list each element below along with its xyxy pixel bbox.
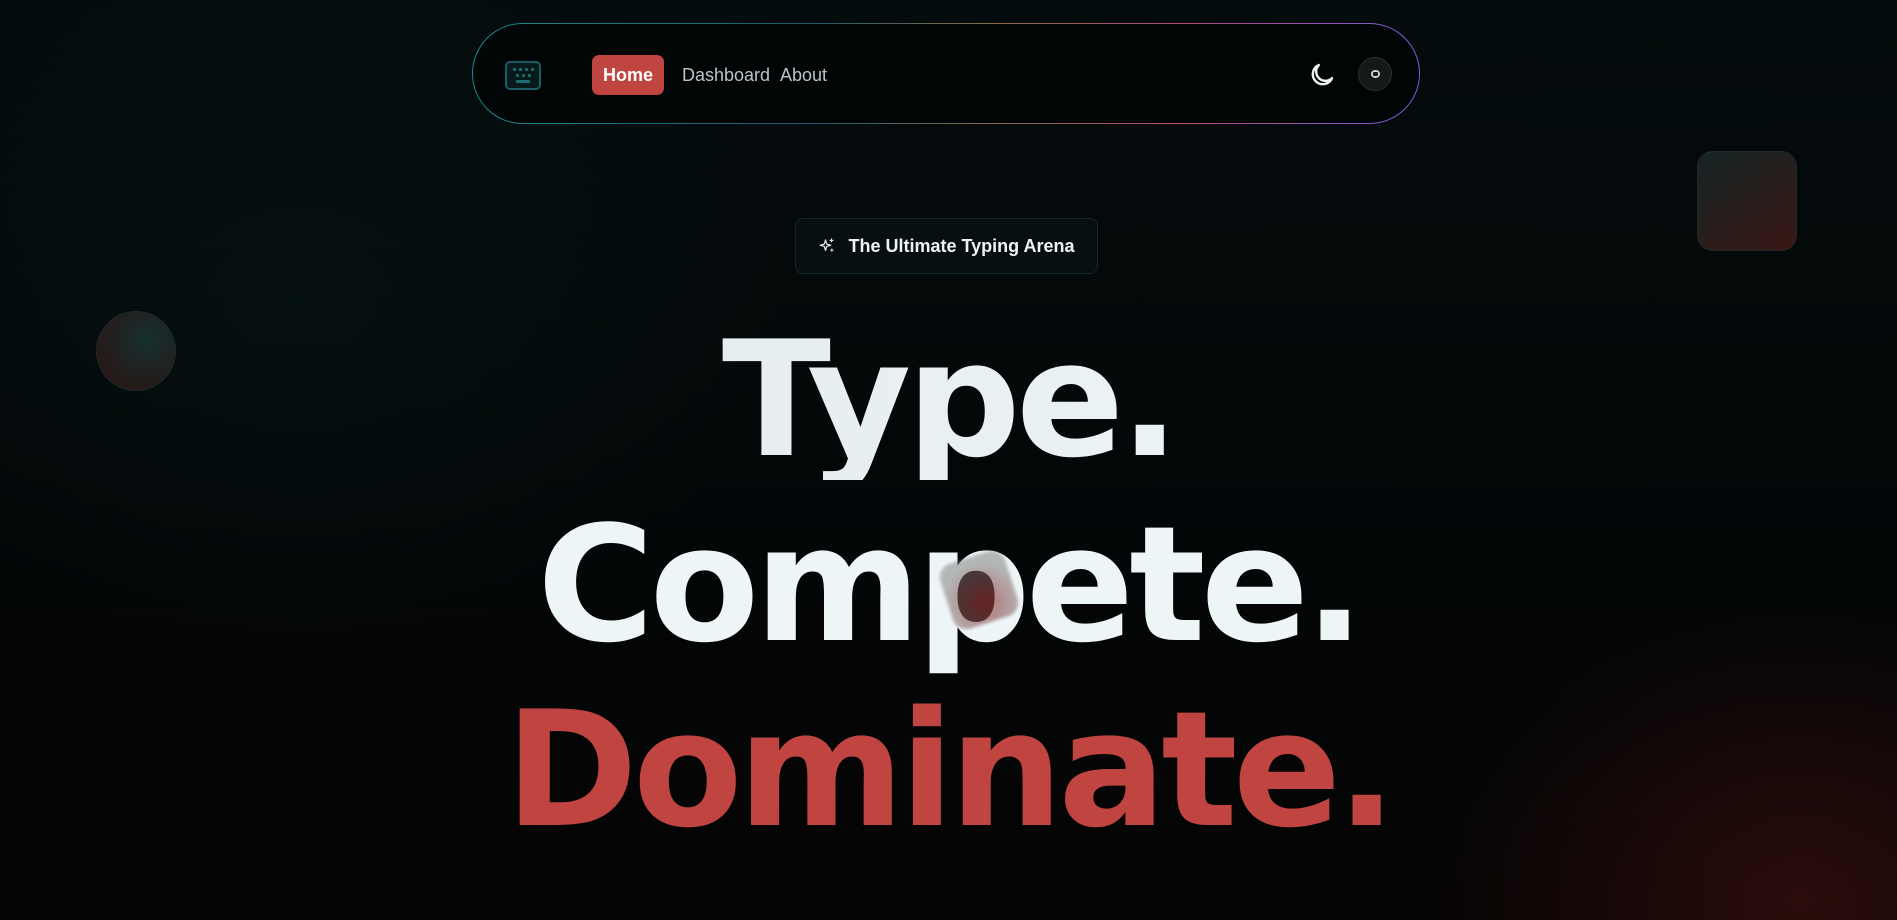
- nav-link-dashboard[interactable]: Dashboard: [671, 55, 781, 95]
- hero-line-type: Type.: [0, 320, 1897, 480]
- navbar: Home Dashboard About: [472, 23, 1420, 124]
- keyboard-icon[interactable]: [505, 61, 541, 90]
- nav-link-home[interactable]: Home: [592, 55, 665, 95]
- hero-line-dominate: Dominate.: [505, 676, 1397, 863]
- decorative-square: [1697, 151, 1797, 251]
- user-avatar[interactable]: [1358, 57, 1392, 91]
- avatar-icon: [1371, 70, 1380, 78]
- landing-page: Home Dashboard About The Ultimate Typing…: [0, 0, 1897, 920]
- tagline-badge: The Ultimate Typing Arena: [795, 218, 1098, 274]
- moon-icon[interactable]: [1307, 60, 1337, 90]
- nav-link-about[interactable]: About: [769, 55, 838, 95]
- navbar-inner: Home Dashboard About: [473, 24, 1419, 123]
- badge-text: The Ultimate Typing Arena: [848, 235, 1075, 256]
- sparkles-icon: [820, 238, 835, 252]
